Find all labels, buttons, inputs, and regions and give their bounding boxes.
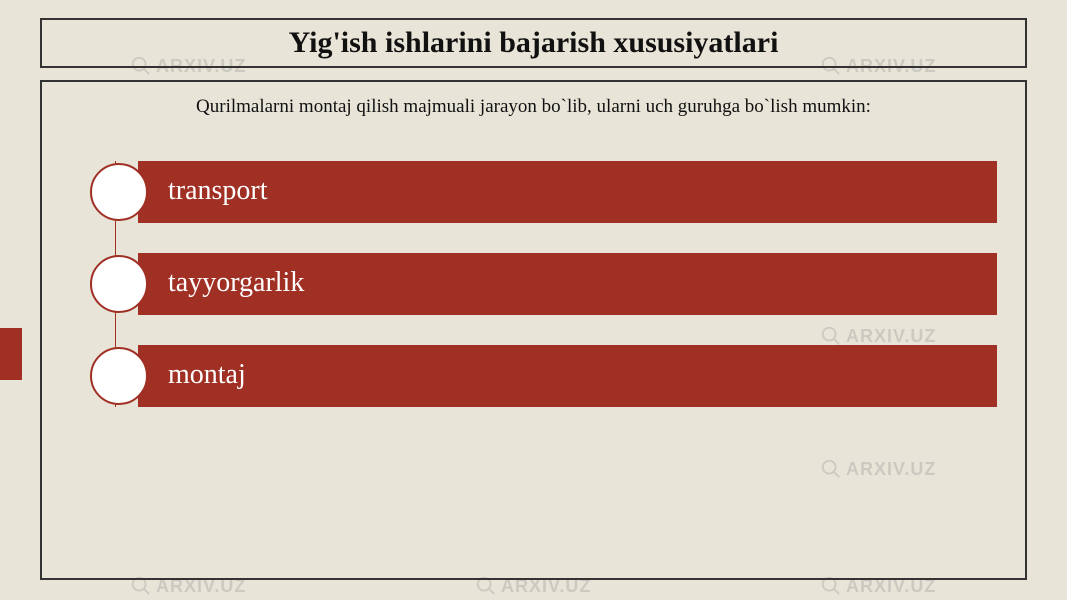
slide-container: Yig'ish ishlarini bajarish xususiyatlari… <box>40 18 1027 580</box>
bullet-circle <box>90 255 148 313</box>
bullet-circle <box>90 163 148 221</box>
bar-label: transport <box>138 161 997 223</box>
content-box: Qurilmalarni montaj qilish majmuali jara… <box>40 80 1027 580</box>
left-accent-bar <box>0 328 22 380</box>
slide-subtitle: Qurilmalarni montaj qilish majmuali jara… <box>70 94 997 121</box>
slide-title: Yig'ish ishlarini bajarish xususiyatlari <box>52 26 1015 60</box>
bar-label: montaj <box>138 345 997 407</box>
list-item: tayyorgarlik <box>90 253 997 315</box>
bar-list: transport tayyorgarlik montaj <box>70 161 997 407</box>
bullet-circle <box>90 347 148 405</box>
bar-label: tayyorgarlik <box>138 253 997 315</box>
list-item: montaj <box>90 345 997 407</box>
title-box: Yig'ish ishlarini bajarish xususiyatlari <box>40 18 1027 68</box>
list-item: transport <box>90 161 997 223</box>
